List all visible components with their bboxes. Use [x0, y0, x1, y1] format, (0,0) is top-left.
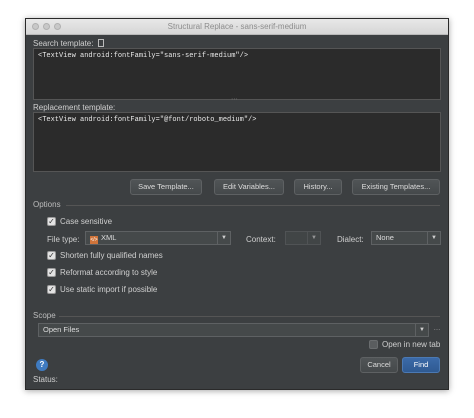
history-button[interactable]: History... — [294, 179, 342, 195]
structural-replace-dialog: Structural Replace - sans-serif-medium S… — [25, 18, 449, 390]
search-template-label: Search template: — [33, 39, 94, 48]
dialect-select[interactable]: None ▼ — [371, 231, 441, 245]
shorten-names-checkbox[interactable]: ✓ — [47, 251, 56, 260]
title-bar: Structural Replace - sans-serif-medium — [26, 19, 448, 35]
open-new-tab-checkbox[interactable] — [369, 340, 378, 349]
replacement-template-editor[interactable]: <TextView android:fontFamily="@font/robo… — [33, 112, 441, 172]
dialect-value: None — [376, 233, 394, 242]
template-info-icon[interactable] — [98, 39, 104, 47]
context-label: Context: — [246, 235, 276, 244]
options-section-label: Options — [33, 200, 61, 209]
scope-select[interactable]: Open Files ▼ — [38, 323, 429, 337]
open-new-tab-label: Open in new tab — [382, 340, 441, 349]
find-button[interactable]: Find — [402, 357, 440, 373]
save-template-button[interactable]: Save Template... — [130, 179, 202, 195]
static-import-label: Use static import if possible — [60, 285, 158, 294]
chevron-down-icon: ▼ — [427, 232, 440, 244]
edit-variables-button[interactable]: Edit Variables... — [214, 179, 284, 195]
scope-value: Open Files — [43, 325, 80, 334]
check-icon: ✓ — [48, 285, 55, 294]
reformat-checkbox[interactable]: ✓ — [47, 268, 56, 277]
xml-file-icon: </> — [90, 236, 98, 244]
cancel-button[interactable]: Cancel — [360, 357, 398, 373]
chevron-down-icon: ▼ — [307, 232, 320, 244]
context-select[interactable]: ▼ — [285, 231, 321, 245]
file-type-value: XML — [101, 233, 117, 242]
window-title: Structural Replace - sans-serif-medium — [167, 22, 307, 31]
options-divider — [66, 205, 440, 206]
replacement-template-label: Replacement template: — [33, 103, 116, 112]
case-sensitive-label: Case sensitive — [60, 217, 113, 226]
search-template-editor[interactable]: <TextView android:fontFamily="sans-serif… — [33, 48, 441, 100]
existing-templates-button[interactable]: Existing Templates... — [352, 179, 440, 195]
scope-divider — [59, 316, 440, 317]
static-import-checkbox[interactable]: ✓ — [47, 285, 56, 294]
dialect-label: Dialect: — [337, 235, 364, 244]
shorten-names-label: Shorten fully qualified names — [60, 251, 163, 260]
chevron-down-icon: ▼ — [415, 324, 428, 336]
splitter-handle[interactable]: ⋯ — [231, 95, 238, 103]
chevron-down-icon: ▼ — [217, 232, 230, 244]
file-type-label: File type: — [47, 235, 80, 244]
scope-section-label: Scope — [33, 311, 56, 320]
ellipsis-icon[interactable]: … — [431, 323, 443, 337]
search-template-code: <TextView android:fontFamily="sans-serif… — [38, 52, 249, 60]
case-sensitive-checkbox[interactable]: ✓ — [47, 217, 56, 226]
reformat-label: Reformat according to style — [60, 268, 158, 277]
file-type-select[interactable]: </> XML ▼ — [85, 231, 231, 245]
replacement-template-code: <TextView android:fontFamily="@font/robo… — [38, 116, 257, 124]
status-label: Status: — [33, 375, 58, 384]
help-icon[interactable]: ? — [36, 359, 48, 371]
check-icon: ✓ — [48, 251, 55, 260]
check-icon: ✓ — [48, 217, 55, 226]
check-icon: ✓ — [48, 268, 55, 277]
